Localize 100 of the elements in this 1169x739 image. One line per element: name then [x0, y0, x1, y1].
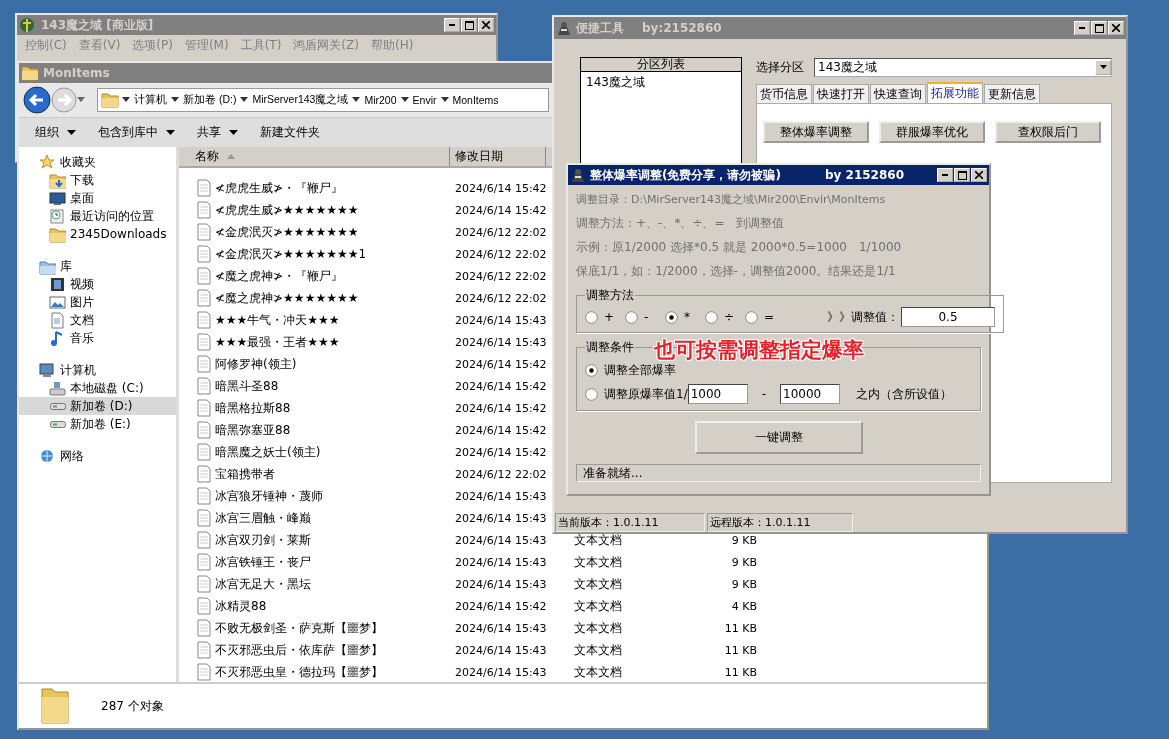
text-file-icon — [197, 267, 211, 285]
nav-item[interactable]: 新加卷 (D:) — [19, 397, 176, 415]
text-file-icon — [197, 355, 211, 373]
app-figure-icon — [556, 20, 572, 36]
close-button[interactable] — [1108, 21, 1124, 35]
radio-button[interactable] — [625, 310, 638, 324]
file-type: 文本文档 — [573, 597, 623, 615]
text-file-icon — [197, 399, 211, 417]
text-file-icon — [197, 641, 211, 659]
tab[interactable]: 更新信息 — [984, 84, 1040, 103]
address-bar[interactable]: 计算机 新加卷 (D:) MirServer143魔之域 Mir200 Envir MonItems — [97, 88, 549, 112]
close-button[interactable] — [971, 168, 987, 182]
text-file-icon — [197, 575, 211, 593]
computer-icon — [39, 361, 56, 379]
partition-dropdown[interactable]: 143魔之域 — [814, 57, 1112, 77]
minimize-icon — [1079, 27, 1085, 29]
document-icon — [49, 311, 66, 329]
nav-item[interactable]: 下载 — [19, 171, 176, 189]
breadcrumb-segment[interactable]: MirServer143魔之域 — [251, 93, 350, 107]
nav-item[interactable]: 图片 — [19, 293, 176, 311]
radio-button[interactable] — [585, 363, 598, 377]
field-label: 》》调整值： — [827, 308, 899, 326]
dropdown-caret-icon[interactable] — [77, 97, 85, 103]
breadcrumb-segment[interactable]: 计算机 — [133, 93, 168, 107]
folder-icon — [101, 91, 119, 109]
maximize-button[interactable] — [954, 168, 970, 182]
minimize-icon — [942, 174, 948, 176]
file-date: 2024/6/14 15:42 — [455, 445, 547, 459]
range-separator: - — [761, 387, 767, 401]
file-name: 不灭邪恶虫皇・德拉玛【噩梦】 — [215, 663, 383, 681]
file-date: 2024/6/12 22:02 — [455, 247, 547, 261]
minimize-button[interactable] — [937, 168, 953, 182]
toolbar-button[interactable]: 包含到库中 — [98, 124, 175, 141]
tab[interactable]: 拓展功能 — [927, 82, 983, 103]
breadcrumb-segment[interactable]: Envir — [411, 94, 438, 106]
hard-drive-icon — [50, 420, 66, 428]
text-file-icon — [197, 311, 211, 329]
list-item[interactable]: 143魔之域 — [581, 72, 741, 93]
close-icon — [975, 171, 983, 179]
chevron-icon — [240, 97, 249, 103]
minimize-button[interactable] — [444, 18, 460, 32]
nav-item[interactable]: 库 — [19, 257, 176, 275]
tab[interactable]: 货币信息 — [756, 84, 812, 103]
nav-item[interactable]: 计算机 — [19, 361, 176, 379]
nav-item[interactable]: 新加卷 (E:) — [19, 415, 176, 433]
breadcrumb-segment[interactable]: 新加卷 (D:) — [182, 93, 238, 107]
file-name: 冰宫无足大・黑坛 — [215, 575, 311, 593]
file-date: 2024/6/14 15:42 — [455, 357, 547, 371]
column-header[interactable]: 名称 — [179, 147, 450, 166]
nav-item[interactable]: 文档 — [19, 311, 176, 329]
nav-item[interactable]: 网络 — [19, 447, 176, 465]
window-author: by:2152860 — [642, 21, 722, 35]
nav-item[interactable]: 本地磁盘 (C:) — [19, 379, 176, 397]
range-from-field[interactable]: 1000 — [687, 384, 748, 404]
action-button[interactable]: 群服爆率优化 — [879, 121, 985, 143]
tab[interactable]: 快速打开 — [813, 84, 869, 103]
status-panel: 远程版本：1.0.1.11 — [707, 513, 853, 532]
minimize-button[interactable] — [1074, 21, 1090, 35]
toolbar-button[interactable]: 组织 — [35, 124, 76, 141]
item-count: 287 个对象 — [101, 697, 164, 715]
radio-button[interactable] — [665, 310, 678, 324]
close-icon — [482, 21, 490, 29]
nav-item[interactable]: 视频 — [19, 275, 176, 293]
file-type: 文本文档 — [573, 553, 623, 571]
nav-item[interactable]: 2345Downloads — [19, 225, 176, 243]
list-header: 分区列表 — [581, 58, 741, 72]
folder-icon — [49, 225, 66, 243]
range-to-field[interactable]: 10000 — [780, 384, 841, 404]
radio-label: + — [604, 310, 615, 324]
apply-button[interactable]: 一键调整 — [694, 421, 863, 454]
radio-button[interactable] — [705, 310, 718, 324]
maximize-icon — [464, 20, 474, 30]
column-header[interactable]: 修改日期 — [450, 147, 546, 166]
nav-item[interactable]: 收藏夹 — [19, 153, 176, 171]
radio-button[interactable] — [585, 310, 598, 324]
adjust-value-field[interactable]: 0.5 — [901, 307, 995, 327]
radio-button[interactable] — [745, 310, 758, 324]
maximize-button[interactable] — [1091, 21, 1107, 35]
file-name: ★★★牛气・冲天★★★ — [215, 311, 340, 329]
globe-icon — [39, 447, 56, 465]
nav-item[interactable]: 最近访问的位置 — [19, 207, 176, 225]
toolbar-button[interactable]: 新建文件夹 — [260, 124, 320, 141]
action-button[interactable]: 整体爆率调整 — [763, 121, 869, 143]
file-name: 暗黑魔之妖士(领主) — [215, 443, 321, 461]
file-name: 冰宫三眉触・峰巅 — [215, 509, 311, 527]
file-date: 2024/6/14 15:43 — [455, 577, 547, 591]
radio-label: = — [764, 310, 775, 324]
nav-item[interactable]: 音乐 — [19, 329, 176, 347]
file-name: 冰宫铁锤王・丧尸 — [215, 553, 311, 571]
action-button[interactable]: 查权限后门 — [995, 121, 1101, 143]
tab[interactable]: 快速查询 — [870, 84, 926, 103]
close-button[interactable] — [478, 18, 494, 32]
nav-item[interactable]: 桌面 — [19, 189, 176, 207]
breadcrumb-segment[interactable]: MonItems — [451, 94, 500, 106]
toolbar-button[interactable]: 共享 — [197, 124, 238, 141]
maximize-button[interactable] — [461, 18, 477, 32]
minimize-icon — [449, 24, 455, 26]
radio-button[interactable] — [585, 387, 598, 401]
file-date: 2024/6/14 15:42 — [455, 379, 547, 393]
breadcrumb-segment[interactable]: Mir200 — [363, 94, 398, 106]
